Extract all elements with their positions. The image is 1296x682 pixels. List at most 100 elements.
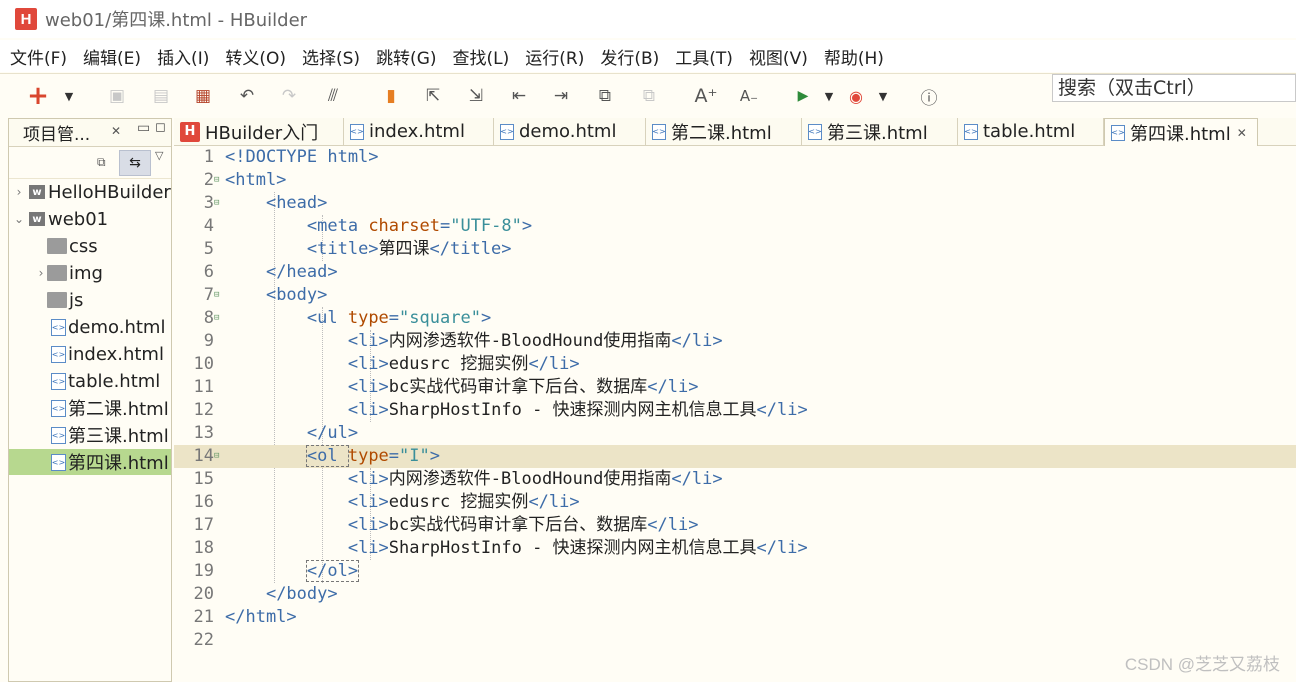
code-line[interactable]: 6 </head> [174, 261, 1296, 284]
editor-tab[interactable]: H HBuilder入门 [174, 118, 344, 145]
code-line[interactable]: 17 <li>bc实战代码审计拿下后台、数据库</li> [174, 514, 1296, 537]
tree-item[interactable]: css [9, 233, 171, 259]
project-icon: w [29, 185, 45, 199]
code-line[interactable]: 11 <li>bc实战代码审计拿下后台、数据库</li> [174, 376, 1296, 399]
code-line[interactable]: 9 <li>内网渗透软件-BloodHound使用指南</li> [174, 330, 1296, 353]
code-line[interactable]: 7 ⊟ <body> [174, 284, 1296, 307]
code-content: bc实战代码审计拿下后台、数据库 [388, 515, 648, 535]
html-file-icon: <> [964, 123, 978, 140]
menu-insert[interactable]: 插入(I) [149, 44, 217, 69]
uncomment-icon[interactable]: ⧉ [638, 84, 660, 108]
menu-select[interactable]: 选择(S) [294, 44, 368, 69]
fold-toggle-icon[interactable]: ⊟ [214, 169, 224, 192]
code-line[interactable]: 18 <li>SharpHostInfo - 快速探测内网主机信息工具</li> [174, 537, 1296, 560]
collapse-all-icon[interactable]: ⧉ [97, 155, 106, 170]
view-menu-icon[interactable]: ▽ [155, 149, 163, 162]
tree-item[interactable]: <> demo.html [9, 314, 171, 340]
tree-item-label: 第三课.html [68, 426, 169, 447]
expand-arrow-icon[interactable]: › [13, 185, 25, 199]
code-line[interactable]: 3 ⊟ <head> [174, 192, 1296, 215]
menu-run[interactable]: 运行(R) [517, 44, 592, 69]
info-icon[interactable]: ⓘ [918, 84, 940, 109]
editor-tab[interactable]: <> index.html [344, 118, 494, 145]
code-content: SharpHostInfo - 快速探测内网主机信息工具 [388, 400, 757, 420]
code-line[interactable]: 22 [174, 629, 1296, 652]
menu-tools[interactable]: 工具(T) [667, 44, 741, 69]
save-icon[interactable]: ▣ [106, 84, 128, 108]
browser-dropdown-icon[interactable]: ▼ [874, 84, 892, 108]
code-line[interactable]: 8 ⊟ <ul type="square"> [174, 307, 1296, 330]
editor-tab[interactable]: <> 第二课.html [646, 118, 802, 145]
code-line[interactable]: 10 <li>edusrc 挖掘实例</li> [174, 353, 1296, 376]
minimize-icon[interactable]: ▭ [137, 120, 150, 136]
save-as-icon[interactable]: ▦ [192, 84, 214, 108]
code-line[interactable]: 4 <meta charset="UTF-8"> [174, 215, 1296, 238]
comment-icon[interactable]: ⧉ [594, 84, 616, 108]
fold-toggle-icon[interactable]: ⊟ [214, 192, 224, 215]
panel-title[interactable]: 项目管... [23, 120, 90, 145]
save-all-icon[interactable]: ▤ [150, 84, 172, 108]
tree-item[interactable]: ⌄ w web01 [9, 206, 171, 232]
fold-toggle-icon[interactable]: ⊟ [214, 284, 224, 307]
menu-find[interactable]: 查找(L) [445, 44, 518, 69]
goto-line-end-icon[interactable]: ⇥ [550, 84, 572, 108]
tree-item[interactable]: <> 第二课.html [9, 395, 171, 421]
menu-view[interactable]: 视图(V) [741, 44, 816, 69]
tree-item[interactable]: › img [9, 260, 171, 286]
code-line[interactable]: 20 </body> [174, 583, 1296, 606]
format-icon[interactable]: ⫻ [322, 84, 344, 108]
fold-toggle-icon[interactable]: ⊟ [214, 445, 224, 468]
run-dropdown-icon[interactable]: ▼ [820, 84, 838, 108]
search-input[interactable]: 搜索（双击Ctrl） [1052, 74, 1296, 102]
font-decrease-icon[interactable]: A₋ [738, 84, 760, 108]
menu-publish[interactable]: 发行(B) [592, 44, 667, 69]
font-increase-icon[interactable]: A⁺ [694, 84, 718, 108]
editor-tab[interactable]: <> demo.html [494, 118, 646, 145]
folder-icon [47, 292, 67, 308]
run-icon[interactable]: ▶ [794, 84, 812, 108]
redo-icon[interactable]: ↷ [278, 84, 300, 108]
code-text: <li>edusrc 挖掘实例</li> [225, 353, 580, 376]
code-line[interactable]: 13 </ul> [174, 422, 1296, 445]
bookmark-icon[interactable]: ▮ [380, 84, 402, 108]
tree-item[interactable]: <> table.html [9, 368, 171, 394]
goto-top-icon[interactable]: ⇱ [422, 84, 444, 108]
code-line[interactable]: 2 ⊟ <html> [174, 169, 1296, 192]
code-line[interactable]: 5 <title>第四课</title> [174, 238, 1296, 261]
tree-item[interactable]: <> index.html [9, 341, 171, 367]
code-line[interactable]: 21 </html> [174, 606, 1296, 629]
expand-arrow-icon[interactable]: ⌄ [13, 212, 25, 226]
code-line[interactable]: 16 <li>edusrc 挖掘实例</li> [174, 491, 1296, 514]
undo-icon[interactable]: ↶ [236, 84, 258, 108]
tree-item[interactable]: <> 第四课.html [9, 449, 171, 475]
code-line[interactable]: 12 <li>SharpHostInfo - 快速探测内网主机信息工具</li> [174, 399, 1296, 422]
tree-item-label: web01 [48, 208, 109, 230]
code-line[interactable]: 15 <li>内网渗透软件-BloodHound使用指南</li> [174, 468, 1296, 491]
tree-item[interactable]: › w HelloHBuilder [9, 179, 171, 205]
link-editor-icon[interactable]: ⇆ [119, 150, 151, 176]
new-dropdown-icon[interactable]: ▼ [60, 84, 78, 108]
code-line[interactable]: 14 ⊟ <ol type="I"> [174, 445, 1296, 468]
menu-escape[interactable]: 转义(O) [217, 44, 294, 69]
fold-toggle-icon[interactable]: ⊟ [214, 307, 224, 330]
maximize-icon[interactable]: ◻ [155, 120, 166, 135]
new-file-icon[interactable]: + [26, 81, 50, 111]
code-line[interactable]: 19 </ol> [174, 560, 1296, 583]
close-tab-icon[interactable]: ✕ [1237, 126, 1247, 140]
code-line[interactable]: 1 <!DOCTYPE html> [174, 146, 1296, 169]
menu-file[interactable]: 文件(F) [2, 44, 75, 69]
code-editor[interactable]: 1 <!DOCTYPE html> 2 ⊟ <html> 3 ⊟ <head> 4 <meta… [174, 146, 1296, 682]
expand-arrow-icon[interactable]: › [35, 266, 47, 280]
menu-goto[interactable]: 跳转(G) [368, 44, 444, 69]
tree-item[interactable]: <> 第三课.html [9, 422, 171, 448]
editor-tab[interactable]: <> 第四课.html ✕ [1104, 118, 1258, 146]
editor-tab[interactable]: <> table.html [958, 118, 1104, 145]
close-icon[interactable]: ✕ [111, 124, 121, 138]
menu-help[interactable]: 帮助(H) [816, 44, 892, 69]
tree-item[interactable]: js [9, 287, 171, 313]
menu-edit[interactable]: 编辑(E) [75, 44, 149, 69]
goto-line-start-icon[interactable]: ⇤ [508, 84, 530, 108]
browser-icon[interactable]: ◉ [846, 84, 866, 108]
editor-tab[interactable]: <> 第三课.html [802, 118, 958, 145]
goto-bottom-icon[interactable]: ⇲ [465, 84, 487, 108]
